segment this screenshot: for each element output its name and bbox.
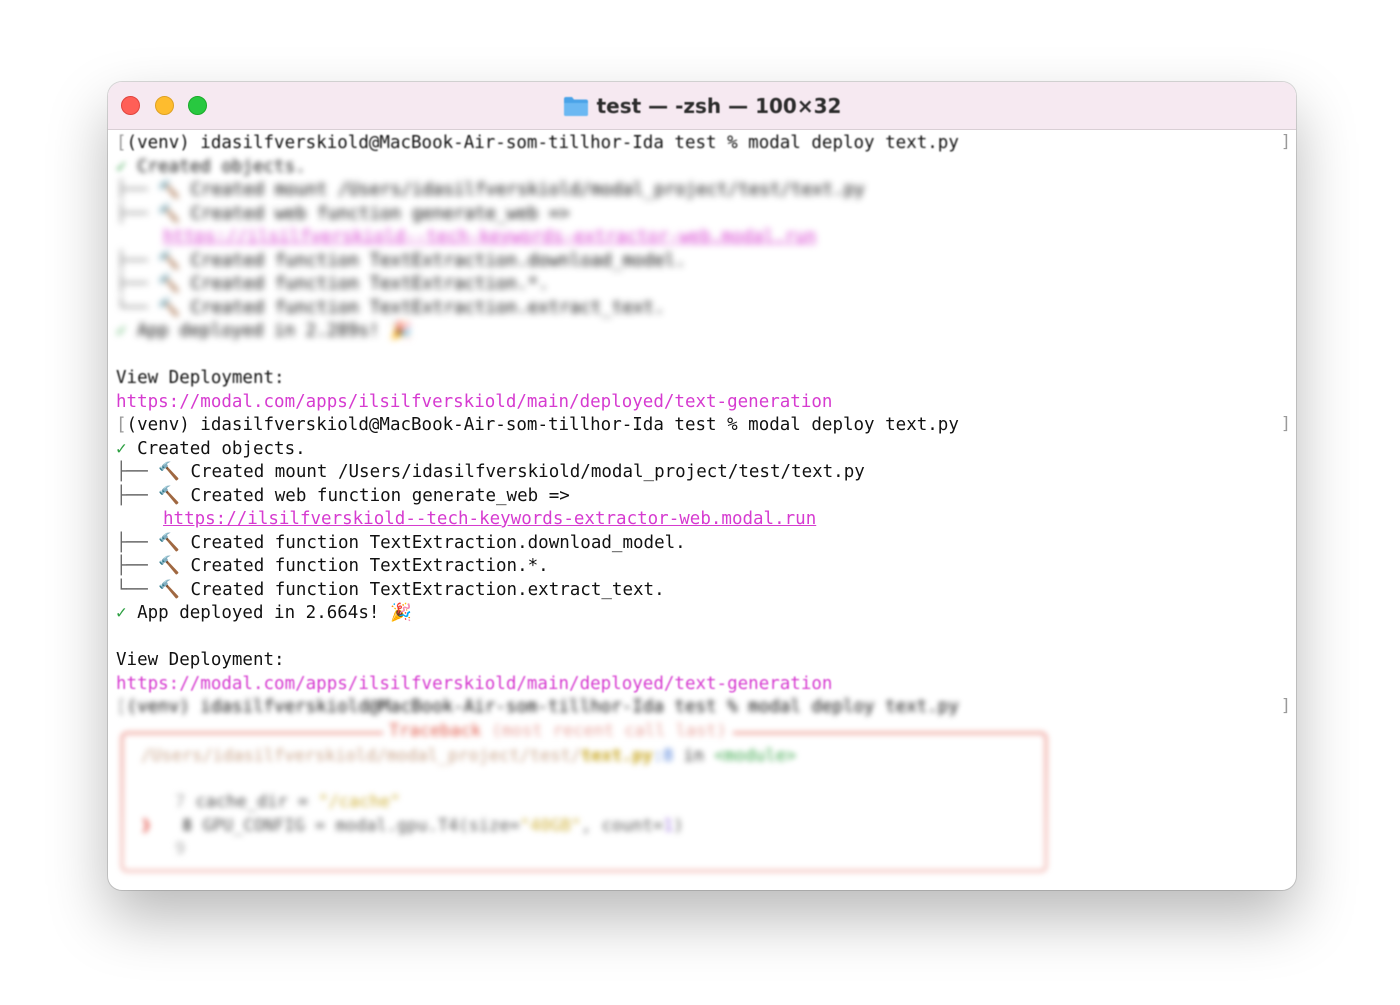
- fn-download-line-2: ├── 🔨 Created function TextExtraction.do…: [116, 533, 686, 553]
- scroll-marker: ]: [1280, 132, 1291, 152]
- web-url-link-1[interactable]: https://ilsilfverskiold--tech-keywords-e…: [163, 226, 816, 249]
- web-function-line-1: ├── 🔨 Created web function generate_web …: [116, 204, 570, 224]
- code-line-7: 7 cache_dir = "/cache": [175, 792, 401, 812]
- fn-extract-line-2: └── 🔨 Created function TextExtraction.ex…: [116, 580, 665, 600]
- prompt-line-2: [(venv) idasilfverskiold@MacBook-Air-som…: [116, 415, 959, 435]
- view-deployment-label-2: View Deployment:: [116, 650, 285, 670]
- mount-line-1: ├── 🔨 Created mount /Users/idasilfverski…: [116, 180, 865, 200]
- fn-download-line-1: ├── 🔨 Created function TextExtraction.do…: [116, 251, 686, 271]
- code-line-9: 9: [175, 839, 186, 859]
- web-url-link-2[interactable]: https://ilsilfverskiold--tech-keywords-e…: [163, 508, 816, 531]
- created-objects-line-2: ✓ Created objects.: [116, 439, 306, 459]
- fn-star-line-1: ├── 🔨 Created function TextExtraction.*.: [116, 274, 549, 294]
- fn-extract-line-1: └── 🔨 Created function TextExtraction.ex…: [116, 298, 665, 318]
- created-objects-line-1: ✓ Created objects.: [116, 157, 306, 177]
- prompt-line-3: [(venv) idasilfverskiold@MacBook-Air-som…: [116, 697, 959, 717]
- deployment-url-link-1[interactable]: https://modal.com/apps/ilsilfverskiold/m…: [116, 391, 832, 414]
- web-function-line-2: ├── 🔨 Created web function generate_web …: [116, 486, 570, 506]
- mount-line-2: ├── 🔨 Created mount /Users/idasilfverski…: [116, 462, 865, 482]
- folder-icon: [563, 96, 588, 116]
- traceback-box: Traceback (most recent call last) /Users…: [121, 721, 1047, 872]
- code-line-8: ❱ 8 GPU_CONFIG = modal.gpu.T4(size="40GB…: [141, 816, 684, 836]
- terminal-output[interactable]: [(venv) idasilfverskiold@MacBook-Air-som…: [108, 130, 1296, 890]
- traceback-location: /Users/idasilfverskiold/modal_project/te…: [141, 746, 797, 766]
- deployed-line-1: ✓ App deployed in 2.289s! 🎉: [116, 321, 412, 341]
- traceback-title: Traceback (most recent call last): [383, 721, 733, 741]
- scroll-marker: ]: [1280, 414, 1291, 434]
- window-title: test — -zsh — 100×32: [596, 93, 842, 118]
- fn-star-line-2: ├── 🔨 Created function TextExtraction.*.: [116, 556, 549, 576]
- terminal-window: test — -zsh — 100×32 [(venv) idasilfvers…: [108, 82, 1296, 890]
- title-bar: test — -zsh — 100×32: [108, 82, 1296, 130]
- prompt-line-1: [(venv) idasilfverskiold@MacBook-Air-som…: [116, 133, 959, 153]
- view-deployment-label-1: View Deployment:: [116, 368, 285, 388]
- scroll-marker: ]: [1280, 696, 1291, 716]
- deployment-url-link-2[interactable]: https://modal.com/apps/ilsilfverskiold/m…: [116, 673, 832, 696]
- deployed-line-2: ✓ App deployed in 2.664s! 🎉: [116, 603, 412, 623]
